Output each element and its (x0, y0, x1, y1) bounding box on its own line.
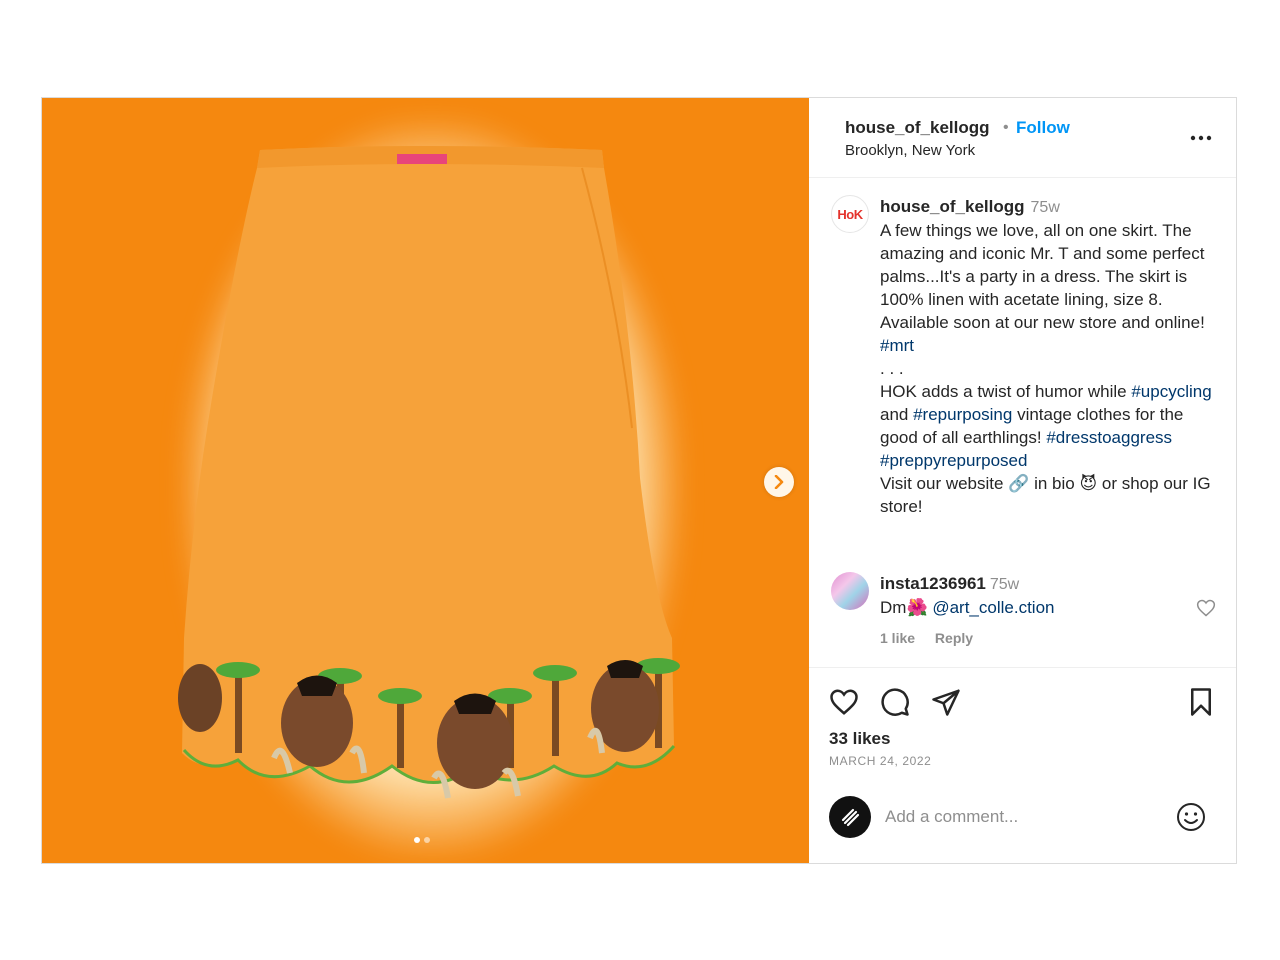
emoji-smiley-icon[interactable] (1175, 801, 1207, 833)
caption-text: house_of_kellogg 75w A few things we love… (880, 195, 1220, 518)
carousel-indicator (414, 837, 430, 843)
header-username[interactable]: house_of_kellogg (845, 118, 990, 138)
follow-button[interactable]: Follow (1016, 118, 1070, 138)
post-card: house_of_kellogg • Follow Brooklyn, New … (41, 97, 1237, 864)
comment-mention[interactable]: @art_colle.ction (932, 598, 1054, 617)
more-options-icon[interactable] (1190, 128, 1212, 148)
comment-avatar[interactable] (831, 572, 869, 610)
caption-body-4: Visit our website 🔗 in bio 😈 or shop our… (880, 474, 1211, 516)
hashtag-dresstoaggress[interactable]: #dresstoaggress (1046, 428, 1172, 447)
post-sidebar: house_of_kellogg • Follow Brooklyn, New … (809, 98, 1236, 863)
comment-like-heart-icon[interactable] (1196, 598, 1216, 618)
comment-bubble-icon[interactable] (880, 687, 910, 717)
user-logo-icon (841, 808, 860, 827)
carousel-dot (424, 837, 430, 843)
caption-time[interactable]: 75w (1031, 199, 1060, 216)
post-date[interactable]: MARCH 24, 2022 (829, 754, 931, 768)
add-comment-row (809, 795, 1236, 849)
carousel-dot-active (414, 837, 420, 843)
caption-body-2: HOK adds a twist of humor while (880, 382, 1132, 401)
caption-body-1: A few things we love, all on one skirt. … (880, 221, 1205, 332)
post-header: house_of_kellogg • Follow Brooklyn, New … (809, 98, 1236, 178)
comment-reply-button[interactable]: Reply (935, 630, 973, 646)
add-comment-input[interactable] (885, 803, 1165, 831)
skirt-illustration (178, 146, 680, 799)
comment-meta: 1 like Reply (880, 630, 989, 646)
comment-text: Dm🌺 (880, 598, 933, 617)
caption-and: and (880, 405, 914, 424)
next-image-button[interactable] (764, 467, 794, 497)
hashtag-upcycling[interactable]: #upcycling (1131, 382, 1211, 401)
caption-avatar[interactable]: HoK (831, 195, 869, 233)
hashtag-repurposing[interactable]: #repurposing (913, 405, 1012, 424)
comment-time[interactable]: 75w (990, 576, 1019, 593)
comment-item: insta1236961 75w Dm🌺 @art_colle.ction (880, 572, 1054, 619)
header-separator: • (1003, 119, 1009, 136)
caption-username[interactable]: house_of_kellogg (880, 197, 1025, 216)
post-image[interactable] (42, 98, 809, 863)
current-user-avatar[interactable] (829, 796, 871, 838)
hashtag-mrt[interactable]: #mrt (880, 336, 914, 355)
chevron-right-icon (774, 475, 784, 489)
comments-section: HoK house_of_kellogg 75w A few things we … (809, 178, 1236, 668)
comment-likes[interactable]: 1 like (880, 630, 915, 646)
hashtag-preppyrepurposed[interactable]: #preppyrepurposed (880, 451, 1027, 470)
avatar-logo-text: HoK (837, 206, 863, 222)
save-bookmark-icon[interactable] (1186, 687, 1216, 717)
likes-count[interactable]: 33 likes (829, 729, 890, 749)
location-link[interactable]: Brooklyn, New York (845, 142, 975, 159)
caption-dots: . . . (880, 359, 904, 378)
post-actions: 33 likes MARCH 24, 2022 (809, 668, 1236, 863)
share-paper-plane-icon[interactable] (931, 687, 961, 717)
comment-username[interactable]: insta1236961 (880, 574, 986, 593)
like-heart-icon[interactable] (829, 687, 859, 717)
